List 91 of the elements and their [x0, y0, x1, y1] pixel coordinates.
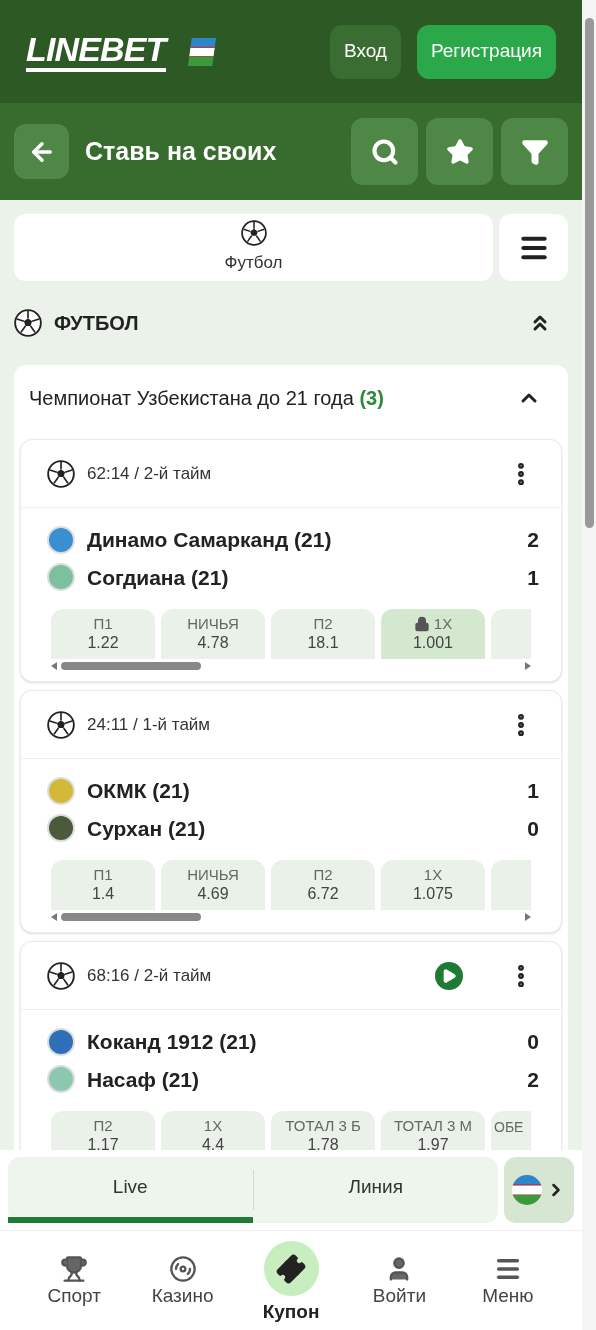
login-button[interactable]: Вход — [329, 24, 401, 79]
match-time: 62:14 / 2-й тайм — [87, 462, 212, 485]
soccer-ball-icon — [47, 710, 75, 739]
odds-value: 4.4 — [201, 1135, 225, 1150]
filter-icon — [520, 137, 549, 166]
odds-button[interactable]: 1X 1.075 — [381, 860, 485, 910]
odds-button[interactable]: П1 1.22 — [51, 609, 155, 659]
odds-label: 1X — [433, 614, 453, 634]
team-name: Динамо Самарканд (21) — [87, 527, 333, 553]
favorites-button[interactable] — [426, 118, 493, 185]
odds-value: 1.17 — [87, 1135, 119, 1150]
team-score: 2 — [527, 1066, 539, 1093]
odds-button[interactable]: НИЧЬЯ 4.69 — [161, 860, 265, 910]
odds-value: 1.78 — [307, 1135, 339, 1150]
scroll-right-icon[interactable] — [525, 913, 531, 921]
odds-label: П2 — [93, 1116, 113, 1136]
team-name: Насаф (21) — [87, 1066, 200, 1093]
odds-button[interactable]: НИЧЬЯ 4.78 — [161, 609, 265, 659]
odds-button[interactable]: П2 1.17 — [51, 1111, 155, 1150]
odds-button[interactable]: П1 1.4 — [51, 860, 155, 910]
odds-button[interactable]: ТОТАЛ 3 М 1.97 — [381, 1111, 485, 1150]
odds-value: 1.4 — [91, 884, 115, 905]
team-score: 0 — [527, 815, 539, 842]
sport-tab[interactable]: Футбол — [14, 214, 493, 281]
scroll-left-icon[interactable] — [51, 913, 57, 921]
soccer-ball-icon — [240, 219, 267, 246]
soccer-ball-icon — [14, 309, 42, 337]
match-time: 24:11 / 1-й тайм — [87, 713, 211, 736]
odds-value: 1.001 — [412, 633, 453, 654]
filter-button[interactable] — [501, 118, 568, 185]
odds-label: П2 — [313, 614, 333, 634]
nav-item[interactable]: Спорт — [20, 1241, 129, 1311]
odds-button[interactable]: П2 6.72 — [271, 860, 375, 910]
back-button[interactable] — [14, 124, 69, 179]
odds-label: П1 — [93, 865, 113, 885]
team-score: 2 — [527, 527, 539, 553]
team-score: 0 — [527, 1029, 539, 1055]
match-time: 68:16 / 2-й тайм — [87, 964, 212, 987]
odds-button[interactable]: ТОТАЛ 3 Б 1.78 — [271, 1111, 375, 1150]
nav-item[interactable]: Меню — [453, 1241, 563, 1311]
nav-item[interactable]: Купон — [236, 1241, 346, 1327]
horizontal-scrollbar[interactable] — [61, 913, 201, 921]
odds-value: 18.1 — [307, 633, 339, 654]
trophy-icon — [60, 1254, 89, 1283]
search-icon — [370, 137, 399, 166]
odds-label: НИЧЬЯ — [187, 614, 239, 634]
team-name: Сурхан (21) — [87, 815, 207, 842]
odds-label: ОБЕ — [494, 1119, 524, 1135]
horizontal-scrollbar[interactable] — [61, 662, 201, 670]
odds-label: НИЧЬЯ — [187, 865, 239, 885]
soccer-ball-icon — [47, 459, 75, 488]
odds-label: ТОТАЛ 3 М — [393, 1116, 473, 1136]
lock-icon — [413, 616, 430, 632]
odds-label: ТОТАЛ 3 Б — [285, 1116, 361, 1136]
list-view-button[interactable] — [499, 214, 568, 281]
odds-button[interactable]: 1X 4.4 — [161, 1111, 265, 1150]
odds-label: 1X — [423, 865, 443, 885]
odds-value: 4.69 — [197, 884, 229, 905]
region-button[interactable] — [504, 1157, 574, 1223]
scrollbar-thumb[interactable] — [584, 18, 594, 528]
team-score: 1 — [527, 778, 539, 804]
odds-value: 4.78 — [197, 633, 229, 654]
nav-item[interactable]: Войти — [345, 1241, 454, 1311]
mode-tab[interactable]: Live — [8, 1157, 253, 1223]
odds-button[interactable]: 1X 1.001 — [381, 609, 485, 659]
mode-tab[interactable]: Линия — [253, 1157, 498, 1223]
odds-label: П1 — [93, 614, 113, 634]
play-video-icon[interactable] — [435, 961, 463, 990]
odds-value: 6.72 — [307, 884, 339, 905]
team-name: ОКМК (21) — [87, 778, 191, 804]
section-title: ФУТБОЛ — [54, 311, 139, 336]
scroll-left-icon[interactable] — [51, 662, 57, 670]
search-button[interactable] — [351, 118, 418, 185]
casino-chip-icon — [168, 1254, 197, 1283]
nav-item[interactable]: Казино — [128, 1241, 237, 1311]
team-name: Коканд 1912 (21) — [87, 1029, 258, 1055]
odds-button[interactable]: П2 18.1 — [271, 609, 375, 659]
team-name: Согдиана (21) — [87, 564, 230, 591]
odds-value: 1.97 — [417, 1135, 449, 1150]
league-title[interactable]: Чемпионат Узбекистана до 21 года (3) — [29, 383, 517, 413]
flag-icon — [512, 1175, 542, 1205]
odds-value: 1.075 — [412, 884, 453, 905]
odds-label: П2 — [313, 865, 333, 885]
soccer-ball-icon — [47, 961, 75, 990]
odds-button[interactable]: ОБЕ — [491, 1111, 531, 1150]
odds-label: 1X — [203, 1116, 223, 1136]
page-title: Ставь на своих — [85, 135, 277, 167]
team-score: 1 — [527, 564, 539, 591]
star-icon — [445, 137, 474, 166]
scroll-right-icon[interactable] — [525, 662, 531, 670]
odds-value: 1.22 — [87, 633, 119, 654]
